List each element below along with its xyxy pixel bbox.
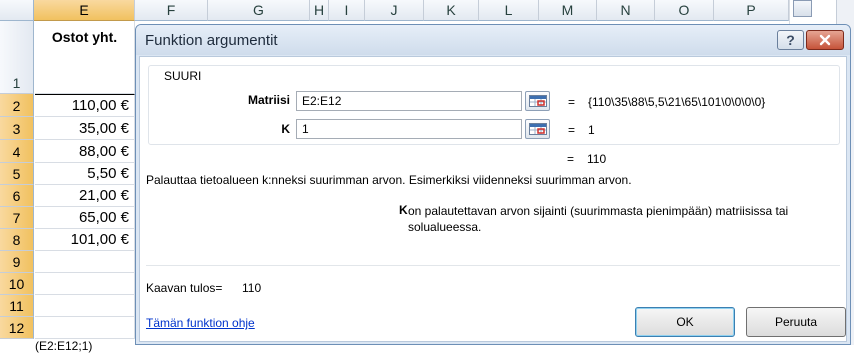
function-result-equals: = [567, 152, 575, 166]
function-group: SUURI Matriisi E2:E12 = {110\35\88\5,5\2… [148, 65, 840, 145]
column-header-i[interactable]: I [329, 0, 365, 21]
cell-e9[interactable] [35, 251, 135, 273]
matriisi-value: {110\35\88\5,5\21\65\101\0\0\0\0} [588, 95, 766, 109]
cell-e2[interactable]: 110,00 € [35, 94, 135, 117]
column-header-f[interactable]: F [135, 0, 208, 21]
cell-e7[interactable]: 65,00 € [35, 207, 135, 229]
formula-text-below: (E2:E12;1) [35, 339, 93, 353]
cell-e10[interactable] [35, 273, 135, 295]
dialog-titlebar[interactable]: Funktion argumentit ? [136, 25, 850, 55]
column-header-j[interactable]: J [365, 0, 424, 21]
function-description: Palauttaa tietoalueen k:nneksi suurimman… [146, 173, 632, 187]
column-header-l[interactable]: L [479, 0, 539, 21]
row-header-9[interactable]: 9 [0, 251, 34, 273]
row-header-1[interactable]: 1 [0, 21, 34, 94]
cell-e8[interactable]: 101,00 € [35, 229, 135, 251]
column-header-m[interactable]: M [539, 0, 597, 21]
row-header-11[interactable]: 11 [0, 295, 34, 317]
row-header-3[interactable]: 3 [0, 117, 34, 140]
column-header-g[interactable]: G [208, 0, 310, 21]
column-header-n[interactable]: N [597, 0, 655, 21]
function-result: 110 [587, 152, 607, 166]
row-header-10[interactable]: 10 [0, 273, 34, 295]
close-icon [819, 34, 831, 46]
k-collapse-button[interactable] [525, 119, 550, 139]
k-equals: = [568, 123, 576, 137]
matriisi-equals: = [568, 95, 576, 109]
arg-label-k: K [281, 122, 290, 136]
row-header-12[interactable]: 12 [0, 317, 34, 339]
formula-result-label: Kaavan tulos= [146, 281, 223, 295]
close-button[interactable] [806, 30, 844, 50]
arg-description-label: K [399, 203, 408, 217]
k-input[interactable]: 1 [296, 119, 522, 139]
separator [146, 265, 840, 266]
minimize-ribbon-icon[interactable] [793, 0, 812, 17]
range-select-icon [529, 95, 547, 107]
formula-result-value: 110 [242, 281, 262, 295]
cancel-button[interactable]: Peruuta [746, 307, 846, 337]
arg-label-matriisi: Matriisi [247, 93, 290, 107]
cell-e3[interactable]: 35,00 € [35, 117, 135, 140]
cell-e5[interactable]: 5,50 € [35, 163, 135, 185]
ok-button[interactable]: OK [635, 307, 735, 337]
function-arguments-dialog: Funktion argumentit ? SUURI Matriisi E2:… [135, 24, 851, 345]
row-header-7[interactable]: 7 [0, 207, 34, 229]
k-value: 1 [588, 123, 595, 137]
column-header-h[interactable]: H [310, 0, 329, 21]
column-header-p[interactable]: P [714, 0, 789, 21]
row-header-8[interactable]: 8 [0, 229, 34, 251]
cell-e6[interactable]: 21,00 € [35, 185, 135, 207]
row-header-5[interactable]: 5 [0, 163, 34, 185]
help-button[interactable]: ? [777, 30, 804, 50]
function-name: SUURI [162, 69, 204, 83]
matriisi-collapse-button[interactable] [525, 91, 550, 111]
range-select-icon [529, 123, 547, 135]
row-header-2[interactable]: 2 [0, 94, 34, 117]
dialog-body: SUURI Matriisi E2:E12 = {110\35\88\5,5\2… [139, 56, 847, 342]
column-header-k[interactable]: K [424, 0, 479, 21]
dialog-title: Funktion argumentit [145, 32, 278, 49]
row-header-4[interactable]: 4 [0, 140, 34, 163]
select-all-corner[interactable] [0, 0, 34, 21]
matriisi-input[interactable]: E2:E12 [296, 91, 522, 111]
column-header-o[interactable]: O [655, 0, 714, 21]
cell-e1[interactable]: Ostot yht. [35, 21, 135, 94]
function-help-link[interactable]: Tämän funktion ohje [146, 316, 255, 330]
column-header-e[interactable]: E [34, 0, 135, 21]
cell-e11[interactable] [35, 295, 135, 317]
arg-description: on palautettavan arvon sijainti (suurimm… [408, 204, 789, 234]
cell-e12[interactable] [35, 317, 135, 339]
row-header-6[interactable]: 6 [0, 185, 34, 207]
cell-e4[interactable]: 88,00 € [35, 140, 135, 163]
